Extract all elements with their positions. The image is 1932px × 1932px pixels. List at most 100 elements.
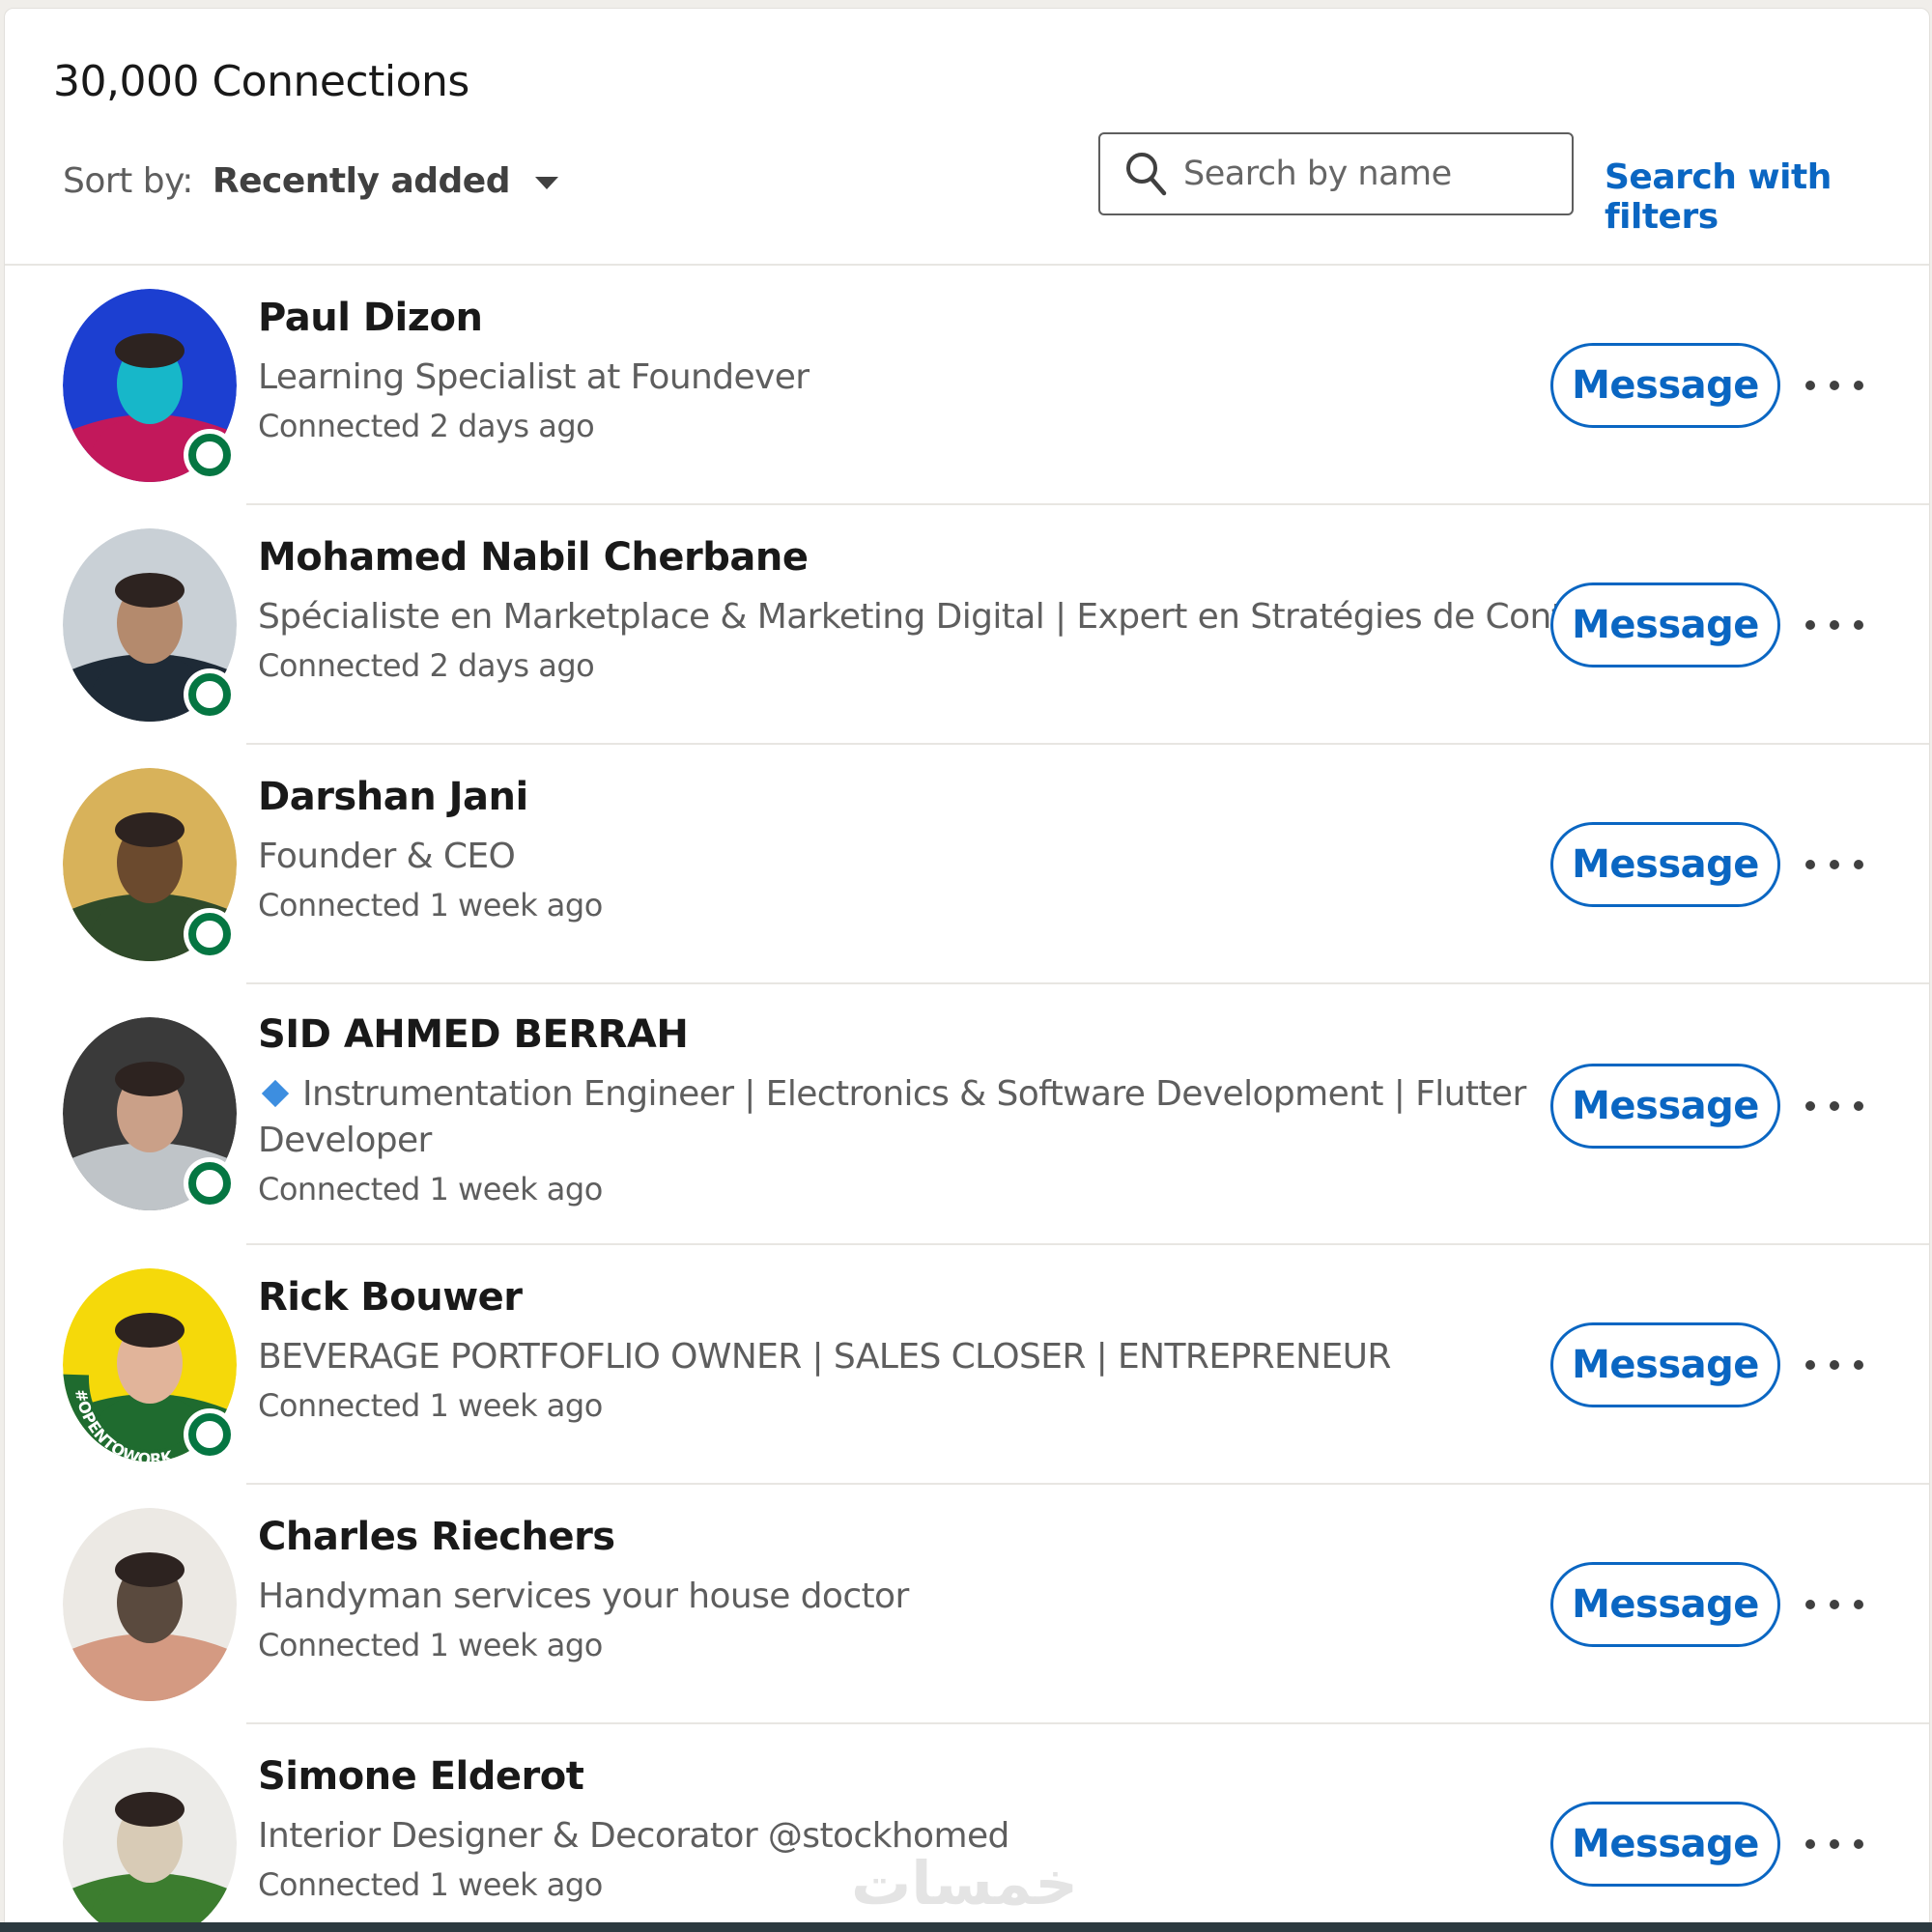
more-options-dot — [1805, 1101, 1815, 1111]
connected-time: Connected 1 week ago — [258, 887, 603, 923]
avatar[interactable] — [63, 1508, 237, 1701]
headline-text: Founder & CEO — [258, 837, 516, 876]
connection-row: SID AHMED BERRAH Instrumentation Engineer… — [5, 984, 1929, 1245]
more-options-icon[interactable] — [1805, 1585, 1863, 1624]
more-options-icon[interactable] — [1805, 845, 1863, 884]
headline-text: Instrumentation Engineer | Electronics &… — [258, 1074, 1526, 1160]
connection-name[interactable]: Charles Riechers — [258, 1514, 909, 1560]
more-options-icon[interactable] — [1805, 1087, 1863, 1125]
more-options-dot — [1830, 1101, 1839, 1111]
online-status-indicator — [188, 913, 231, 955]
connection-info: Rick Bouwer BEVERAGE PORTFOFLIO OWNER | S… — [258, 1274, 1391, 1425]
avatar-image — [63, 1747, 237, 1931]
avatar[interactable] — [63, 1017, 237, 1210]
connection-name[interactable]: Paul Dizon — [258, 295, 810, 341]
page-title: 30,000 Connections — [53, 57, 469, 106]
online-status-indicator — [188, 673, 231, 716]
more-options-icon[interactable] — [1805, 606, 1863, 644]
connection-info: Charles Riechers Handyman services your h… — [258, 1514, 909, 1664]
connection-list: Paul Dizon Learning Specialist at Foundev… — [5, 266, 1929, 1931]
diamond-icon — [261, 1079, 290, 1108]
connected-time: Connected 2 days ago — [258, 647, 595, 684]
more-options-dot — [1805, 1839, 1815, 1849]
connection-info: SID AHMED BERRAH Instrumentation Engineer… — [258, 1011, 1533, 1208]
sort-label: Sort by: — [63, 161, 193, 201]
headline-text: Spécialiste en Marketplace & Marketing D… — [258, 597, 1629, 637]
headline-text: Learning Specialist at Foundever — [258, 357, 810, 397]
message-button[interactable]: Message — [1550, 822, 1780, 907]
headline-text: Handyman services your house doctor — [258, 1577, 909, 1616]
connection-name[interactable]: SID AHMED BERRAH — [258, 1011, 1533, 1058]
connection-headline: Founder & CEO — [258, 834, 603, 880]
more-options-dot — [1830, 620, 1839, 630]
more-options-icon[interactable] — [1805, 1825, 1863, 1863]
message-button[interactable]: Message — [1550, 1802, 1780, 1887]
connection-row: Mohamed Nabil Cherbane Spécialiste en Mar… — [5, 505, 1929, 745]
connected-time: Connected 1 week ago — [258, 1387, 603, 1424]
more-options-dot — [1805, 620, 1815, 630]
more-options-dot — [1854, 620, 1863, 630]
avatar[interactable] — [63, 289, 237, 482]
more-options-dot — [1830, 1839, 1839, 1849]
sort-control[interactable]: Sort by: Recently added — [63, 161, 558, 201]
connection-row: Charles Riechers Handyman services your h… — [5, 1485, 1929, 1724]
more-options-icon[interactable] — [1805, 1346, 1863, 1384]
connected-time: Connected 1 week ago — [258, 1171, 603, 1208]
more-options-dot — [1830, 1360, 1839, 1370]
connection-name[interactable]: Simone Elderot — [258, 1753, 1009, 1800]
avatar[interactable] — [63, 528, 237, 722]
search-icon — [1126, 153, 1167, 196]
sort-value: Recently added — [212, 161, 511, 201]
connection-headline: Learning Specialist at Foundever — [258, 355, 810, 401]
headline-text: BEVERAGE PORTFOFLIO OWNER | SALES CLOSER… — [258, 1337, 1391, 1377]
connection-name[interactable]: Mohamed Nabil Cherbane — [258, 534, 1628, 581]
connection-headline: Handyman services your house doctor — [258, 1574, 909, 1620]
more-options-dot — [1854, 860, 1863, 869]
connected-time: Connected 1 week ago — [258, 1627, 603, 1663]
more-options-dot — [1854, 1101, 1863, 1111]
message-button[interactable]: Message — [1550, 582, 1780, 668]
message-button[interactable]: Message — [1550, 343, 1780, 428]
sort-dropdown[interactable]: Recently added — [213, 161, 558, 201]
watermark: خمسات — [851, 1848, 1078, 1918]
connected-time: Connected 2 days ago — [258, 408, 595, 444]
message-button[interactable]: Message — [1550, 1322, 1780, 1407]
caret-down-icon — [535, 177, 558, 189]
connection-row: #OPENTOWORK Rick Bouwer BEVERAGE PORTFOFLI… — [5, 1245, 1929, 1485]
message-button[interactable]: Message — [1550, 1064, 1780, 1149]
connection-name[interactable]: Rick Bouwer — [258, 1274, 1391, 1321]
connection-info: Mohamed Nabil Cherbane Spécialiste en Mar… — [258, 534, 1629, 685]
more-options-dot — [1805, 1360, 1815, 1370]
more-options-dot — [1830, 381, 1839, 390]
more-options-dot — [1854, 381, 1863, 390]
online-status-indicator — [188, 1413, 231, 1456]
message-button[interactable]: Message — [1550, 1562, 1780, 1647]
more-options-dot — [1805, 860, 1815, 869]
avatar[interactable] — [63, 768, 237, 961]
connection-info: Darshan Jani Founder & CEO Connected 1 wee… — [258, 774, 603, 924]
more-options-dot — [1854, 1839, 1863, 1849]
avatar-image — [63, 1508, 237, 1701]
connection-row: Darshan Jani Founder & CEO Connected 1 wee… — [5, 745, 1929, 984]
more-options-dot — [1805, 1600, 1815, 1609]
online-status-indicator — [188, 434, 231, 476]
bottom-bar — [0, 1922, 1932, 1932]
more-options-dot — [1854, 1360, 1863, 1370]
avatar[interactable]: #OPENTOWORK — [59, 1268, 237, 1480]
search-with-filters-link[interactable]: Search with filters — [1605, 157, 1929, 237]
connection-headline: Spécialiste en Marketplace & Marketing D… — [258, 594, 1629, 640]
connection-name[interactable]: Darshan Jani — [258, 774, 603, 820]
search-input[interactable] — [1181, 154, 1552, 194]
connection-info: Paul Dizon Learning Specialist at Foundev… — [258, 295, 810, 445]
more-options-dot — [1830, 1600, 1839, 1609]
more-options-icon[interactable] — [1805, 366, 1863, 405]
connection-headline: BEVERAGE PORTFOFLIO OWNER | SALES CLOSER… — [258, 1334, 1391, 1380]
search-box[interactable] — [1098, 132, 1574, 215]
connection-headline: Instrumentation Engineer | Electronics &… — [258, 1071, 1533, 1164]
connection-row: Paul Dizon Learning Specialist at Foundev… — [5, 266, 1929, 505]
online-status-indicator — [188, 1162, 231, 1205]
more-options-dot — [1805, 381, 1815, 390]
avatar[interactable] — [63, 1747, 237, 1931]
more-options-dot — [1854, 1600, 1863, 1609]
more-options-dot — [1830, 860, 1839, 869]
